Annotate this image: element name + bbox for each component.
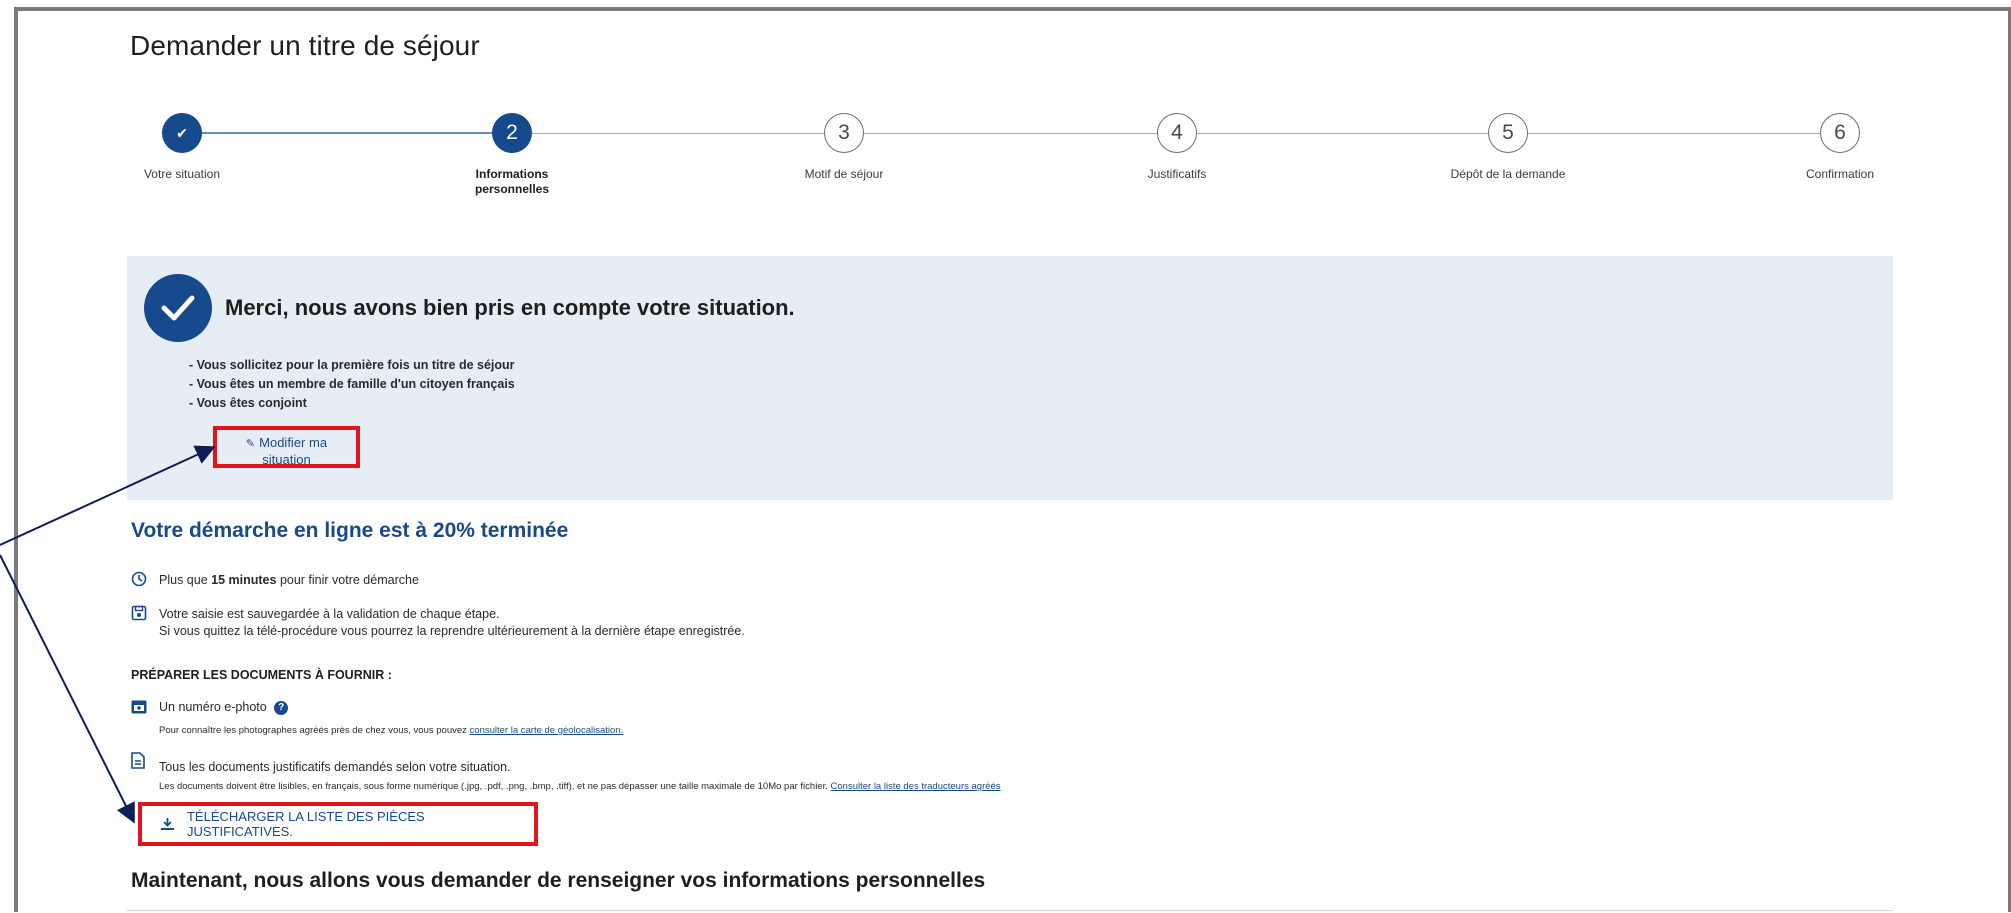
step-6-circle: 6 — [1820, 113, 1860, 153]
translators-list-link[interactable]: Consulter la liste des traducteurs agréé… — [831, 781, 1001, 792]
ephoto-label: Un numéro e-photo ? — [159, 699, 289, 716]
situation-line: - Vous êtes un membre de famille d'un ci… — [189, 377, 515, 391]
download-documents-list-link[interactable]: TÉLÉCHARGER LA LISTE DES PIÈCES JUSTIFIC… — [138, 802, 538, 846]
step-5-circle: 5 — [1488, 113, 1528, 153]
ephoto-note: Pour connaître les photographes agréés p… — [159, 725, 624, 736]
checkmark-icon: ✔ — [176, 124, 188, 141]
stepper-line-done — [202, 132, 492, 134]
situation-line: - Vous êtes conjoint — [189, 396, 307, 410]
save-info: Votre saisie est sauvegardée à la valida… — [159, 607, 745, 638]
document-icon — [131, 752, 145, 769]
geolocation-map-link[interactable]: consulter la carte de géolocalisation. — [470, 725, 624, 736]
step-3-label: Motif de séjour — [804, 167, 884, 181]
pencil-icon: ✎ — [245, 438, 256, 450]
modify-situation-link[interactable]: ✎ Modifier ma situation — [213, 426, 360, 468]
step-2-circle: 2 — [492, 113, 532, 153]
step-5-label: Dépôt de la demande — [1450, 167, 1566, 181]
divider — [127, 910, 1893, 911]
progress-title: Votre démarche en ligne est à 20% termin… — [131, 519, 569, 542]
photo-card-icon — [131, 700, 147, 714]
step-4-label: Justificatifs — [1147, 167, 1207, 181]
download-icon — [160, 818, 174, 830]
stepper-line — [532, 133, 824, 134]
help-icon[interactable]: ? — [274, 700, 289, 715]
step-4-circle: 4 — [1157, 113, 1197, 153]
check-circle-icon — [144, 274, 212, 342]
justificatifs-label: Tous les documents justificatifs demandé… — [159, 760, 511, 774]
step-2-label: Informations personnelles — [474, 167, 550, 196]
page-title: Demander un titre de séjour — [130, 30, 480, 61]
step-3-circle: 3 — [824, 113, 864, 153]
clock-icon — [131, 571, 147, 587]
confirmation-title: Merci, nous avons bien pris en compte vo… — [225, 295, 795, 320]
situation-line: - Vous sollicitez pour la première fois … — [189, 358, 515, 372]
documents-title: PRÉPARER LES DOCUMENTS À FOURNIR : — [131, 668, 392, 682]
step-6-label: Confirmation — [1805, 167, 1875, 181]
stepper-line — [864, 133, 1157, 134]
step-1-label: Votre situation — [143, 167, 221, 181]
stepper-line — [1197, 133, 1488, 134]
justificatifs-note: Les documents doivent être lisibles, en … — [159, 781, 1001, 792]
time-remaining: Plus que 15 minutes pour finir votre dém… — [159, 573, 419, 587]
save-icon — [131, 605, 147, 621]
step-1-circle[interactable]: ✔ — [162, 113, 202, 153]
next-step-title: Maintenant, nous allons vous demander de… — [131, 869, 986, 892]
stepper-line — [1528, 133, 1820, 134]
